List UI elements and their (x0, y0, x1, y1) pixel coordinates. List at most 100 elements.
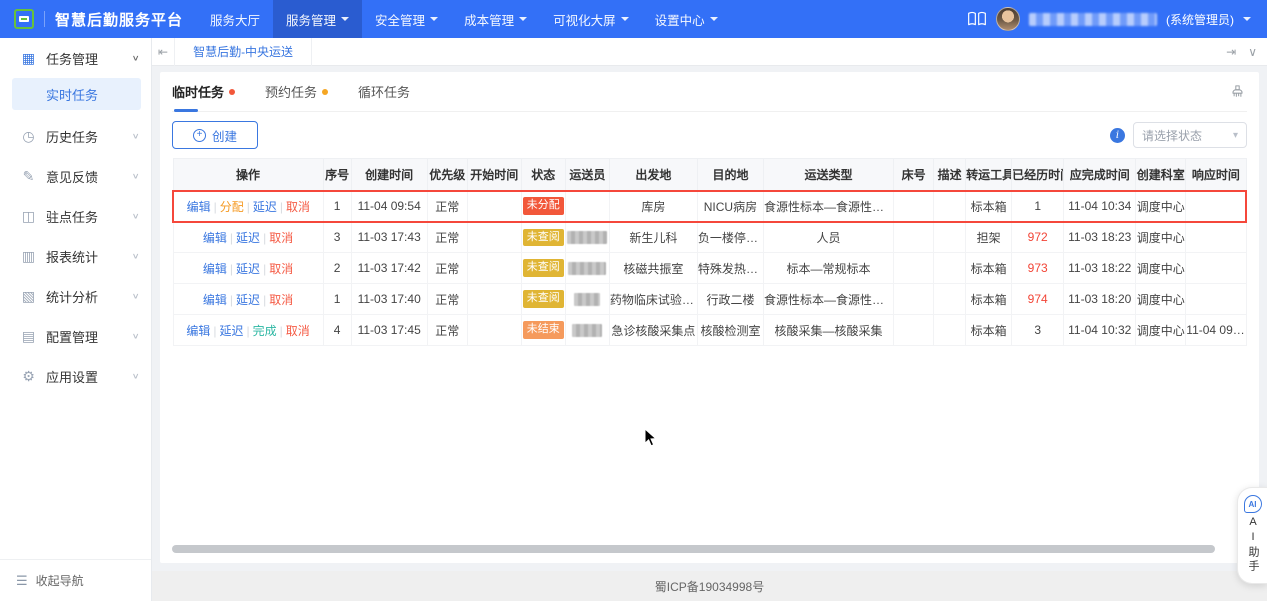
column-header: 状态 (521, 159, 565, 191)
info-icon[interactable]: i (1110, 128, 1125, 143)
action-延迟[interactable]: 延迟 (236, 262, 260, 276)
page-tab-active[interactable]: 智慧后勤-中央运送 (174, 38, 312, 66)
scroll-tabs-left-icon[interactable]: ⇤ (158, 46, 168, 58)
origin-cell: 库房 (609, 191, 697, 222)
topnav-item-4[interactable]: 可视化大屏 (540, 0, 642, 38)
dept-cell: 调度中心 (1136, 253, 1186, 284)
sidebar-item-0[interactable]: ▦任务管理∨ (0, 38, 151, 78)
config-icon: ▤ (20, 328, 37, 345)
footer: 蜀ICP备19034998号 (152, 571, 1267, 601)
priority-cell: 正常 (427, 284, 467, 315)
topnav-item-5[interactable]: 设置中心 (642, 0, 731, 38)
topnav-item-3[interactable]: 成本管理 (451, 0, 540, 38)
sidebar-item-label: 历史任务 (46, 127, 98, 146)
action-延迟[interactable]: 延迟 (236, 293, 260, 307)
courier-name-redacted (574, 293, 600, 306)
chevron-down-icon (519, 17, 527, 25)
task-type-tabs: 临时任务预约任务循环任务 (172, 72, 1247, 112)
response-cell (1186, 284, 1246, 315)
action-separator: | (263, 231, 266, 245)
status-badge: 未查阅 (523, 229, 564, 246)
action-取消[interactable]: 取消 (286, 200, 310, 214)
seq-cell: 1 (323, 191, 351, 222)
elapsed-value: 3 (1034, 323, 1041, 337)
action-完成[interactable]: 完成 (253, 324, 277, 338)
action-延迟[interactable]: 延迟 (219, 324, 243, 338)
transport-type-cell: 标本—常规标本 (763, 253, 893, 284)
origin-cell: 新生儿科 (609, 222, 697, 253)
tab-循环任务[interactable]: 循环任务 (358, 72, 410, 112)
actions-cell: 编辑|延迟|取消 (173, 284, 323, 315)
top-nav: 服务大厅服务管理 安全管理成本管理可视化大屏设置中心 (197, 0, 731, 38)
elapsed-cell: 972 (1012, 222, 1064, 253)
action-编辑[interactable]: 编辑 (203, 293, 227, 307)
status-badge: 未查阅 (523, 259, 564, 276)
manual-book-icon[interactable] (967, 11, 987, 27)
seq-cell: 3 (323, 222, 351, 253)
due-cell: 11-04 10:34 (1064, 191, 1136, 222)
horizontal-scrollbar[interactable] (172, 545, 1215, 553)
sidebar-item-4[interactable]: ▥报表统计∨ (0, 236, 151, 276)
courier-cell (565, 222, 609, 253)
create-button[interactable]: 创建 (172, 121, 258, 149)
column-header: 出发地 (609, 159, 697, 191)
origin-cell: 药物临床试验机构办公室 (609, 284, 697, 315)
seq-cell: 2 (323, 253, 351, 284)
elapsed-value: 974 (1028, 292, 1048, 306)
sidebar-item-5[interactable]: ▧统计分析∨ (0, 276, 151, 316)
table-row: 编辑|延迟|取消311-03 17:43正常未查阅新生儿科负一楼停车场人员担架9… (173, 222, 1246, 253)
topnav-item-1[interactable]: 服务管理 (273, 0, 362, 38)
sidebar-item-3[interactable]: ◫驻点任务∨ (0, 196, 151, 236)
due-cell: 11-04 10:32 (1064, 315, 1136, 346)
action-separator: | (247, 324, 250, 338)
column-header: 序号 (323, 159, 351, 191)
select-chevron-down-icon: ▾ (1233, 130, 1238, 141)
action-延迟[interactable]: 延迟 (253, 200, 277, 214)
sidebar-item-7[interactable]: ⚙应用设置∨ (0, 356, 151, 396)
brush-icon[interactable] (1230, 84, 1245, 99)
topnav-item-label: 设置中心 (655, 10, 705, 29)
ai-assistant-button[interactable]: AI AI助手 (1237, 487, 1267, 584)
sidebar-item-6[interactable]: ▤配置管理∨ (0, 316, 151, 356)
action-取消[interactable]: 取消 (269, 262, 293, 276)
action-延迟[interactable]: 延迟 (236, 231, 260, 245)
topnav-item-2[interactable]: 安全管理 (362, 0, 451, 38)
user-role-label[interactable]: (系统管理员) (1166, 11, 1234, 28)
topnav-item-label: 服务管理 (286, 10, 336, 29)
elapsed-value: 972 (1028, 230, 1048, 244)
action-取消[interactable]: 取消 (269, 293, 293, 307)
action-分配[interactable]: 分配 (220, 200, 244, 214)
status-cell: 未查阅 (521, 222, 565, 253)
chevron-down-icon (341, 17, 349, 25)
action-取消[interactable]: 取消 (286, 324, 310, 338)
bed-cell (894, 191, 934, 222)
bed-cell (894, 284, 934, 315)
scroll-tabs-right-icon[interactable]: ⇥ (1226, 46, 1236, 58)
action-编辑[interactable]: 编辑 (186, 324, 210, 338)
user-menu-chevron-down-icon[interactable] (1243, 17, 1251, 25)
topnav-item-0[interactable]: 服务大厅 (197, 0, 273, 38)
action-separator: | (247, 200, 250, 214)
tabs-menu-chevron-down-icon[interactable]: ∨ (1248, 46, 1257, 58)
sidebar-subitem-0-0[interactable]: 实时任务 (12, 78, 141, 110)
courier-cell (565, 253, 609, 284)
due-cell: 11-03 18:22 (1064, 253, 1136, 284)
tab-临时任务[interactable]: 临时任务 (172, 72, 235, 112)
action-编辑[interactable]: 编辑 (203, 262, 227, 276)
action-编辑[interactable]: 编辑 (187, 200, 211, 214)
topbar: 智慧后勤服务平台 服务大厅服务管理安全管理成本管理可视化大屏设置中心 (系统管理… (0, 0, 1267, 38)
sidebar-item-2[interactable]: ✎意见反馈∨ (0, 156, 151, 196)
collapse-nav-button[interactable]: ☰ 收起导航 (0, 559, 151, 601)
tab-预约任务[interactable]: 预约任务 (265, 72, 328, 112)
created-cell: 11-03 17:40 (351, 284, 427, 315)
action-编辑[interactable]: 编辑 (203, 231, 227, 245)
tool-cell: 标本箱 (966, 191, 1012, 222)
icp-number: 蜀ICP备19034998号 (655, 578, 764, 595)
status-select[interactable]: 请选择状态 ▾ (1133, 122, 1247, 148)
status-cell: 未结束 (521, 315, 565, 346)
avatar[interactable] (996, 7, 1020, 31)
created-cell: 11-03 17:42 (351, 253, 427, 284)
created-cell: 11-04 09:54 (351, 191, 427, 222)
sidebar-item-1[interactable]: ◷历史任务∨ (0, 116, 151, 156)
action-取消[interactable]: 取消 (269, 231, 293, 245)
